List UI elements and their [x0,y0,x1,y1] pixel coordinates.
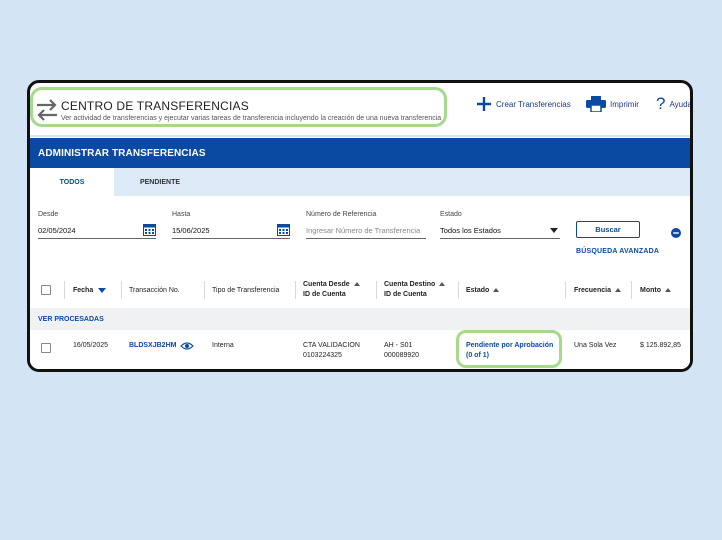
tab-bar: TODOS PENDIENTE [30,168,690,196]
header-fecha[interactable]: Fecha [73,272,107,308]
estado-label: Estado [440,211,462,218]
header-cuenta-desde-label: Cuenta Desde [303,281,350,288]
header-monto[interactable]: Monto [640,272,671,308]
column-divider [121,281,122,299]
column-divider [204,281,205,299]
chevron-down-icon [550,228,558,233]
referencia-label: Número de Referencia [306,211,377,218]
column-divider [376,281,377,299]
transaction-link[interactable]: BLDSXJB2HM [129,341,176,351]
row-cuenta-destino: AH - S01 [384,342,413,349]
calendar-icon[interactable] [277,223,290,236]
header-fecha-label: Fecha [73,286,94,294]
row-tipo: Interna [212,342,234,349]
table-row [30,330,690,369]
header-cuenta-destino-sub: ID de Cuenta [384,291,427,298]
desde-label: Desde [38,211,59,218]
header-divider [30,135,690,137]
eye-icon[interactable] [180,341,194,351]
row-estado-detail[interactable]: (0 of 1) [466,351,489,361]
transfer-center-window: CENTRO DE TRANSFERENCIAS Ver actividad d… [27,80,693,372]
search-button[interactable]: Buscar [576,221,640,238]
hasta-value: 15/06/2025 [172,226,210,235]
desde-date-field[interactable]: 02/05/2024 [38,223,156,239]
row-frecuencia: Una Sola Vez [574,342,617,349]
collapse-minus-icon[interactable] [671,228,681,238]
help-label: Ayuda [669,99,693,109]
sort-asc-icon [439,282,446,286]
page-subtitle: Ver actividad de transferencias y ejecut… [61,115,442,122]
sort-asc-icon [353,282,360,286]
column-divider [64,281,65,299]
row-monto: $ 125.892,85 [640,342,681,349]
sort-asc-icon [493,288,500,292]
row-fecha: 16/05/2025 [73,342,109,349]
column-divider [631,281,632,299]
header-estado[interactable]: Estado [466,272,500,308]
tab-todos[interactable]: TODOS [30,168,114,196]
estado-value: Todos los Estados [440,226,501,235]
header-monto-label: Monto [640,286,661,294]
sort-asc-icon [665,288,671,292]
header-frecuencia[interactable]: Frecuencia [574,272,621,308]
help-button[interactable]: ? Ayuda [656,94,693,113]
estado-select[interactable]: Todos los Estados [440,223,560,239]
processed-group-toggle[interactable]: VER PROCESADAS [30,308,690,330]
print-label: Imprimir [610,99,639,109]
printer-icon [586,96,606,112]
swap-arrows-icon [37,99,57,121]
column-divider [295,281,296,299]
header-cuenta-destino[interactable]: Cuenta Destino ID de Cuenta [384,272,446,308]
select-all-checkbox[interactable] [41,285,51,295]
header-tipo: Tipo de Transferencia [212,286,280,294]
sort-desc-icon [98,287,107,293]
row-cuenta-desde-id: 0103224325 [303,352,342,359]
window-content: CENTRO DE TRANSFERENCIAS Ver actividad d… [30,83,693,369]
row-cuenta-destino-id: 000089920 [384,352,420,359]
hasta-label: Hasta [172,211,191,218]
referencia-input[interactable]: Ingresar Número de Transferencia [306,223,426,239]
plus-icon [477,97,491,111]
header-cuenta-desde[interactable]: Cuenta Desde ID de Cuenta [303,272,360,308]
row-estado-link[interactable]: Pendiente por Aprobación [466,341,553,351]
header-transaccion: Transacción No. [129,286,180,294]
header-cuenta-destino-label: Cuenta Destino [384,281,436,288]
calendar-icon[interactable] [143,223,156,236]
header-highlight-box: CENTRO DE TRANSFERENCIAS Ver actividad d… [30,87,447,127]
column-divider [565,281,566,299]
table-header: Fecha Transacción No. Tipo de Transferen… [30,272,690,309]
row-checkbox[interactable] [41,343,51,353]
referencia-placeholder: Ingresar Número de Transferencia [306,226,421,235]
hasta-date-field[interactable]: 15/06/2025 [172,223,290,239]
desde-value: 02/05/2024 [38,226,76,235]
advanced-search-link[interactable]: BÚSQUEDA AVANZADA [576,248,659,255]
header-frecuencia-label: Frecuencia [574,286,611,294]
row-cuenta-desde: CTA VALIDACION [303,342,360,349]
column-divider [458,281,459,299]
create-transfer-button[interactable]: Crear Transferencias [476,96,571,112]
print-button[interactable]: Imprimir [586,96,639,112]
page-title: CENTRO DE TRANSFERENCIAS [61,99,249,113]
help-icon: ? [656,94,666,113]
sort-asc-icon [614,288,621,292]
header-cuenta-desde-sub: ID de Cuenta [303,291,346,298]
tab-pendiente[interactable]: PENDIENTE [114,168,206,196]
create-transfer-label: Crear Transferencias [496,99,571,109]
header-estado-label: Estado [466,286,490,294]
section-title: ADMINISTRAR TRANSFERENCIAS [30,138,690,168]
